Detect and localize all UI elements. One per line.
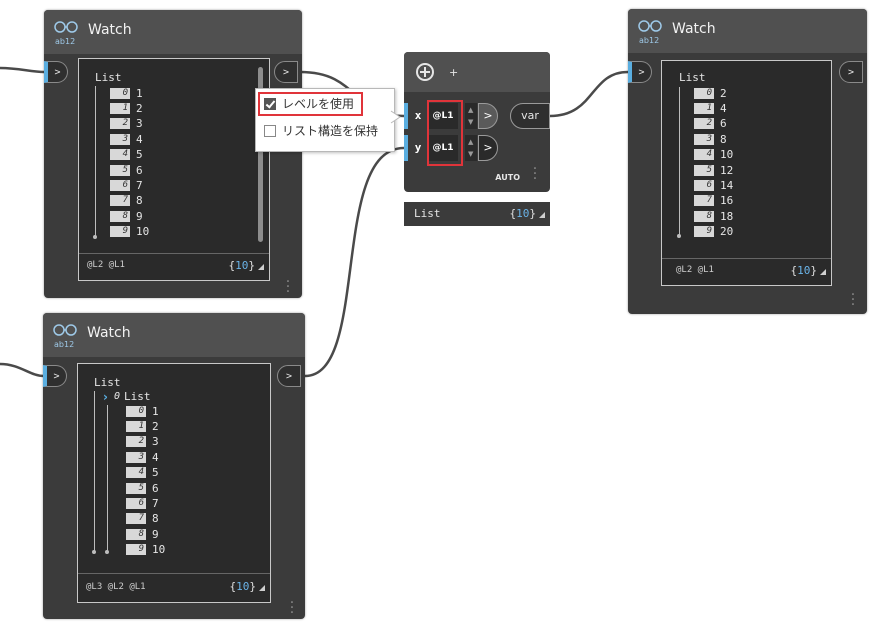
tree-line [94, 391, 95, 551]
watch-footer: @L2 @L1 {10} [662, 258, 831, 285]
list-label: List [95, 71, 122, 84]
watch-node-2-title: Watch [87, 325, 131, 341]
add-input-plus-icon[interactable] [416, 63, 434, 81]
remove-input-button[interactable]: + [449, 66, 458, 79]
code-block-header[interactable]: + [404, 52, 550, 92]
list-levels: @L2 @L1 [87, 260, 125, 270]
wire-var-to-watch3 [549, 70, 629, 118]
watch-node-1[interactable]: ab12 Watch > > List 01 12 23 34 45 56 67… [44, 10, 302, 299]
watch-node-1-title: Watch [88, 22, 132, 38]
watch-glasses-icon: ab12 [638, 20, 662, 45]
resize-grip-icon [539, 212, 545, 218]
chevron-down-icon: ▼ [468, 150, 474, 158]
subtree-line [107, 405, 108, 551]
wire-watch2-to-y [304, 146, 405, 378]
list-levels: @L3 @L2 @L1 [86, 582, 146, 592]
resize-grip-icon [258, 264, 264, 270]
code-block-preview[interactable]: List {10} [404, 202, 550, 226]
wire-left-to-watch1 [0, 66, 45, 74]
node-menu-dots-icon[interactable]: · · · [850, 288, 856, 312]
chevron-up-icon: ▲ [468, 138, 474, 146]
tree-line-end [93, 235, 97, 239]
highlight-level-inputs [427, 100, 463, 166]
watch-node-2-panel[interactable]: List › 0 List 01 12 23 34 45 56 67 78 89… [77, 363, 271, 603]
input-port-y[interactable]: y [404, 135, 428, 161]
watch-glasses-icon: ab12 [54, 21, 78, 46]
watch-node-2-output-port[interactable]: > [277, 365, 301, 387]
watch-glasses-icon: ab12 [53, 324, 77, 349]
subtree-line-end [105, 550, 109, 554]
watch-node-1-header[interactable]: ab12 Watch [44, 10, 302, 54]
expand-chevron-icon[interactable]: › [103, 390, 108, 404]
list-levels: @L2 @L1 [676, 265, 714, 275]
input-x-level-spinner[interactable]: ▲ ▼ [465, 103, 477, 129]
watch-node-3-panel[interactable]: List 02 14 26 38 4 10 5 12 6 14 7 16 8 18 9 20… [661, 60, 832, 286]
item-count: {10} [230, 580, 265, 593]
tree-line [679, 87, 680, 235]
svg-text:ab12: ab12 [54, 340, 74, 349]
watch-node-3[interactable]: ab12 Watch > > List 02 14 26 38 4 10 5 12 … [628, 9, 867, 314]
watch-node-2-header[interactable]: ab12 Watch [43, 313, 305, 357]
node-menu-dots-icon[interactable]: · · · [289, 596, 295, 620]
item-count: {10} [791, 264, 826, 277]
node-menu-dots-icon[interactable]: · · · [285, 275, 291, 299]
item-count: {10} [229, 259, 264, 272]
input-x-chevron[interactable]: > [478, 103, 498, 129]
tree-line-end [92, 550, 96, 554]
list-label: List [679, 71, 706, 84]
chevron-down-icon: ▼ [468, 118, 474, 126]
wire-left-to-watch2 [0, 362, 45, 378]
sublist-label: List [124, 390, 151, 403]
sublist-index: 0 [114, 391, 121, 402]
highlight-use-levels [258, 92, 363, 116]
tree-line-end [677, 234, 681, 238]
tree-line [95, 86, 96, 236]
watch-node-3-title: Watch [672, 21, 716, 37]
input-y-level-spinner[interactable]: ▲ ▼ [465, 135, 477, 161]
input-y-chevron[interactable]: > [478, 135, 498, 161]
keep-list-structure-label: リスト構造を保持 [282, 124, 379, 138]
preview-count: {10} [510, 207, 545, 220]
keep-list-structure-checkbox[interactable] [264, 125, 276, 137]
watch-node-2-input-port[interactable]: > [43, 365, 67, 387]
watch-node-1-panel[interactable]: List 01 12 23 34 45 56 67 78 89 9 10 @L2 … [78, 58, 270, 281]
watch-node-3-output-port[interactable]: > [839, 61, 863, 83]
watch-node-1-output-port[interactable]: > [274, 61, 298, 83]
chevron-up-icon: ▲ [468, 106, 474, 114]
preview-label: List [414, 207, 441, 220]
watch-footer: @L3 @L2 @L1 {10} [78, 573, 270, 602]
watch-footer: @L2 @L1 {10} [79, 253, 269, 280]
menu-pointer-icon [390, 110, 401, 124]
svg-text:ab12: ab12 [639, 36, 659, 45]
svg-text:ab12: ab12 [55, 37, 75, 46]
watch-node-1-input-port[interactable]: > [44, 61, 68, 83]
watch-node-3-input-port[interactable]: > [628, 61, 652, 83]
node-menu-dots-icon[interactable]: · · · [532, 162, 538, 186]
watch-node-3-header[interactable]: ab12 Watch [628, 9, 867, 53]
list-label: List [94, 376, 121, 389]
resize-grip-icon [820, 269, 826, 275]
lacing-mode[interactable]: AUTO [495, 173, 520, 182]
input-port-x[interactable]: x [404, 103, 428, 129]
output-port-var[interactable]: var [510, 103, 550, 129]
resize-grip-icon [259, 585, 265, 591]
watch-node-2[interactable]: ab12 Watch > > List › 0 List 01 12 23 34… [43, 313, 305, 620]
